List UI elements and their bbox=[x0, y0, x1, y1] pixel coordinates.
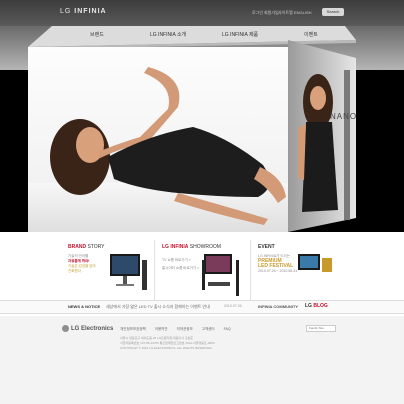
section-divider bbox=[154, 240, 155, 300]
footer-info: 서울시 영등포구 여의도동 20 LG트윈타워 대표이사 구본준 사업자등록번호… bbox=[120, 336, 215, 351]
section-divider bbox=[250, 240, 251, 300]
brand-story-line4: 진화한다 bbox=[68, 269, 81, 273]
hero-side-text: NANO bbox=[330, 112, 356, 121]
footer-links: 개인정보보호정책 이용약관 저작권정보 고객센터 FAQ bbox=[120, 327, 239, 332]
news-headline[interactable]: 세상에서 가장 얇은 LED TV 출시 소식과 함께하는 이벤트 안내 bbox=[106, 304, 210, 310]
nav-item-brand[interactable]: 브랜드 bbox=[90, 31, 104, 38]
hero-front-panel[interactable] bbox=[28, 47, 288, 232]
showroom-link-theater[interactable]: 홈시어터 쇼룸 바로가기 > bbox=[162, 266, 199, 271]
showroom-title-rest: SHOWROOM bbox=[188, 244, 221, 250]
news-date: 2010.07.26 bbox=[224, 304, 242, 308]
showroom-title: LG INFINIA SHOWROOM bbox=[162, 244, 221, 250]
event-title: EVENT bbox=[258, 244, 275, 250]
blog-link[interactable]: LG BLOG bbox=[305, 303, 328, 309]
news-label[interactable]: NEWS & NOTICE bbox=[68, 304, 100, 309]
nav-item-about[interactable]: LG INFINIA 소개 bbox=[150, 31, 186, 38]
footer-link-support[interactable]: 고객센터 bbox=[202, 327, 215, 331]
brand-story-title-strong: BRAND bbox=[68, 244, 87, 250]
footer-info-line: COPYRIGHT © 2010 LG ELECTRONICS. ALL RIG… bbox=[120, 346, 213, 350]
brand-story-title-rest: STORY bbox=[86, 244, 105, 250]
event-image[interactable] bbox=[296, 252, 336, 278]
brand-story-title: BRAND STORY bbox=[68, 244, 105, 250]
lg-logo-icon bbox=[62, 325, 69, 332]
event-dates: 2010.07.26 ~ 2010.08.31 bbox=[258, 269, 298, 273]
showroom-title-strong: LG INFINIA bbox=[162, 244, 189, 250]
lg-electronics-logo[interactable]: LG Electronics bbox=[62, 325, 113, 332]
family-site-select[interactable]: Family Site bbox=[306, 325, 336, 332]
blog-label: BLOG bbox=[313, 303, 328, 309]
showroom-image[interactable] bbox=[200, 252, 246, 296]
nav-item-event[interactable]: 이벤트 bbox=[304, 31, 318, 38]
community-link[interactable]: INFINIA COMMUNITY bbox=[258, 304, 298, 309]
showroom-link-tv[interactable]: TV 쇼룸 바로가기 > bbox=[162, 258, 191, 263]
blog-prefix: LG bbox=[305, 303, 312, 309]
footer-link-faq[interactable]: FAQ bbox=[224, 327, 231, 331]
nav-item-products[interactable]: LG INFINIA 제품 bbox=[222, 31, 258, 38]
brand-story-tv-image[interactable] bbox=[108, 252, 150, 292]
footer-link-privacy[interactable]: 개인정보보호정책 bbox=[120, 327, 146, 331]
hero-model-image bbox=[50, 67, 286, 225]
hero-side-image bbox=[288, 40, 356, 232]
footer-link-terms[interactable]: 이용약관 bbox=[155, 327, 168, 331]
lg-logo-text: LG Electronics bbox=[71, 326, 114, 333]
brand-story-copy[interactable]: 기술의 언어를 자유롭게 하라! 기술은 감성을 담아 진화한다 bbox=[68, 254, 108, 274]
event-copy[interactable]: LG INFINIA가 드리는 PREMIUM LED FESTIVAL 201… bbox=[258, 254, 297, 274]
hero-side-panel[interactable]: NANO bbox=[288, 40, 356, 232]
footer-link-copyright[interactable]: 저작권정보 bbox=[177, 327, 193, 331]
